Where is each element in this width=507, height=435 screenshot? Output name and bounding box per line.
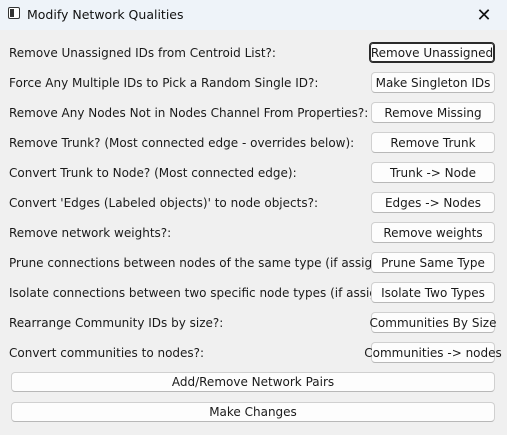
window-title: Modify Network Qualities [27, 7, 184, 22]
label-trunk-to-node: Convert Trunk to Node? (Most connected e… [9, 166, 297, 180]
remove-weights-button[interactable]: Remove weights [371, 222, 495, 243]
remove-missing-button[interactable]: Remove Missing [371, 102, 495, 123]
trunk-to-node-button[interactable]: Trunk -> Node [371, 162, 495, 183]
label-remove-missing: Remove Any Nodes Not in Nodes Channel Fr… [9, 106, 369, 120]
prune-same-type-button[interactable]: Prune Same Type [371, 252, 495, 273]
label-make-singleton: Force Any Multiple IDs to Pick a Random … [9, 76, 319, 90]
label-communities-to-nodes: Convert communities to nodes?: [9, 346, 205, 360]
label-remove-trunk: Remove Trunk? (Most connected edge - ove… [9, 136, 355, 150]
label-prune-same-type: Prune connections between nodes of the s… [9, 256, 410, 270]
make-singleton-ids-button[interactable]: Make Singleton IDs [371, 72, 495, 93]
edges-to-nodes-button[interactable]: Edges -> Nodes [371, 192, 495, 213]
communities-to-nodes-button[interactable]: Communities -> nodes [364, 342, 502, 363]
title-bar: Modify Network Qualities ✕ [0, 0, 507, 30]
label-isolate-two-types: Isolate connections between two specific… [9, 286, 415, 300]
communities-by-size-button[interactable]: Communities By Size [370, 312, 496, 333]
label-communities-by-size: Rearrange Community IDs by size?: [9, 316, 224, 330]
label-remove-unassigned: Remove Unassigned IDs from Centroid List… [9, 46, 276, 60]
label-remove-weights: Remove network weights?: [9, 226, 172, 240]
remove-trunk-button[interactable]: Remove Trunk [371, 132, 495, 153]
app-window-icon [8, 7, 20, 19]
isolate-two-types-button[interactable]: Isolate Two Types [371, 282, 495, 303]
remove-unassigned-button[interactable]: Remove Unassigned [369, 42, 495, 63]
add-remove-network-pairs-button[interactable]: Add/Remove Network Pairs [11, 372, 495, 392]
make-changes-button[interactable]: Make Changes [11, 402, 495, 422]
label-edges-to-nodes: Convert 'Edges (Labeled objects)' to nod… [9, 196, 318, 210]
close-icon[interactable]: ✕ [461, 0, 507, 30]
